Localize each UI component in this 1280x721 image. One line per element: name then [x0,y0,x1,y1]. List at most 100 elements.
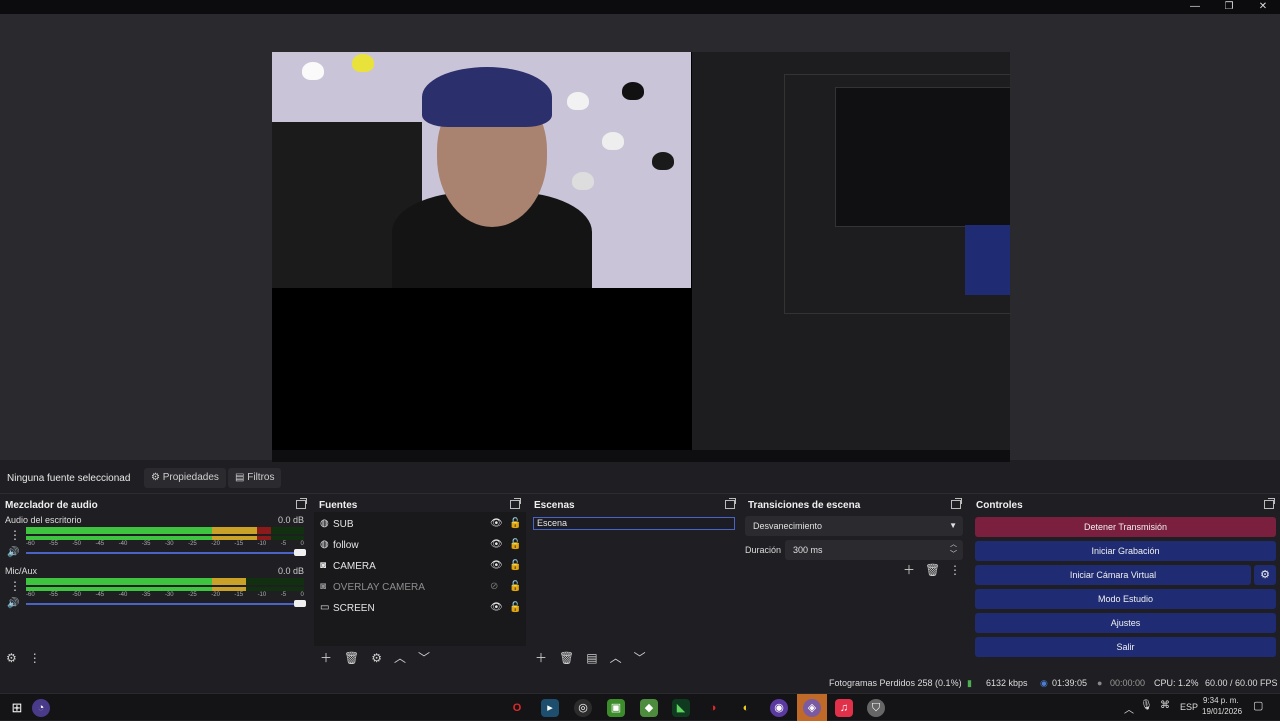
arrow-down-icon[interactable]: ﹀ [418,652,430,664]
app-icon[interactable]: ▸ [541,699,559,717]
clock-date[interactable]: 19/01/2026 [1202,707,1242,716]
scene-item[interactable]: Escena [533,517,735,530]
add-icon[interactable]: ＋ [903,564,915,576]
transition-value: Desvanecimiento [753,521,823,531]
transitions-dock: Transiciones de escena Desvanecimiento ▼… [743,496,967,670]
source-item[interactable]: ◙ OVERLAY CAMERA ⊘ 🔓 [314,577,528,598]
trash-icon[interactable]: 🗑 [925,564,940,576]
start-recording-button[interactable]: Iniciar Grabación [975,541,1276,561]
lock-icon[interactable]: 🔓 [509,518,521,529]
add-icon[interactable]: ＋ [320,652,332,664]
gear-icon[interactable]: ⚙ [1254,565,1276,585]
app-icon[interactable]: ◑ [704,699,722,717]
maximize-button[interactable]: ❐ [1212,0,1246,14]
filters-button[interactable]: ▤ Filtros [228,468,282,488]
sources-dock: Fuentes ◍ SUB 👁 🔓 ◍ follow 👁 🔓 ◙ CAMERA … [314,496,526,670]
settings-button[interactable]: Ajustes [975,613,1276,633]
preview-area[interactable] [0,14,1280,470]
source-item[interactable]: ◙ CAMERA 👁 🔓 [314,556,528,577]
arrow-down-icon[interactable]: ﹀ [634,652,646,664]
scale-tick: -45 [95,541,105,547]
game-icon[interactable]: ◆ [640,699,658,717]
add-icon[interactable]: ＋ [535,652,547,664]
more-vertical-icon[interactable]: ⋮ [29,652,41,664]
source-item[interactable]: ▭ SCREEN 👁 🔓 [314,598,528,619]
clock-time[interactable]: 9:34 p. m. [1203,696,1239,705]
recursive-capture [692,52,1010,470]
scale-tick: -25 [188,592,197,598]
gear-icon[interactable]: ⚙ [371,652,382,664]
filter-icon[interactable]: ▤ [586,652,597,664]
stop-stream-button[interactable]: Detener Transmisión [975,517,1276,537]
record-icon: ● [1097,678,1103,688]
dropped-frames: Fotogramas Perdidos 258 (0.1%) [829,678,962,688]
scale-tick: 0 [300,592,304,598]
meter-scale: -60 -55 -50 -45 -40 -35 -30 -25 -20 -15 -10 -5 0 [26,592,304,598]
app-icon[interactable]: ◈ [803,699,821,717]
virtual-camera-button[interactable]: Iniciar Cámara Virtual [975,565,1251,585]
minimize-button[interactable]: — [1178,0,1212,14]
duration-input[interactable]: 300 ms ︿ ﹀ [785,540,963,560]
speaker-icon[interactable]: 🔊 [7,547,19,558]
channel-menu-icon[interactable]: ⋮ [9,528,21,542]
notification-icon[interactable]: ▢ [1253,699,1263,712]
dock-title: Controles [976,500,1023,511]
scale-tick: -15 [234,592,244,598]
obs-icon[interactable]: ◎ [574,699,592,717]
spinner-down-icon[interactable]: ﹀ [950,545,957,565]
mic-icon[interactable]: 🎙 [1140,700,1153,711]
transition-select[interactable]: Desvanecimiento ▼ [745,516,963,536]
meter-red [256,536,271,540]
volume-fader[interactable] [26,600,306,607]
meter-red [256,527,271,534]
undock-icon[interactable] [1264,498,1275,509]
duck-icon[interactable]: ◐ [737,699,755,717]
network-icon[interactable]: ⌘ [1160,700,1170,711]
properties-button[interactable]: ⚙ Propiedades [144,468,226,488]
fader-knob[interactable] [294,549,306,556]
eye-icon[interactable]: 👁 [490,560,503,571]
minecraft-icon[interactable]: ▣ [607,699,625,717]
copilot-icon[interactable]: ◔ [32,699,50,717]
lock-icon[interactable]: 🔓 [509,560,521,571]
source-item[interactable]: ◍ follow 👁 🔓 [314,535,528,556]
globe-icon: ◍ [320,518,329,529]
close-button[interactable]: ✕ [1246,0,1280,14]
eye-icon[interactable]: 👁 [490,518,503,529]
music-icon[interactable]: ♫ [835,699,853,717]
arrow-up-icon[interactable]: ︿ [610,652,622,664]
eye-hidden-icon[interactable]: ⊘ [490,581,498,592]
source-item[interactable]: ◍ SUB 👁 🔓 [314,514,528,535]
undock-icon[interactable] [951,498,962,509]
exit-button[interactable]: Salir [975,637,1276,657]
lock-icon[interactable]: 🔓 [509,581,521,592]
eye-icon[interactable]: 👁 [490,602,503,613]
arrow-up-icon[interactable]: ︿ [394,652,406,664]
studio-mode-button[interactable]: Modo Estudio [975,589,1276,609]
shield-icon[interactable]: ⛉ [867,699,885,717]
chevron-up-icon[interactable]: ︿ [1124,701,1134,716]
nvidia-icon[interactable]: ◣ [672,699,690,717]
scale-tick: -50 [72,592,81,598]
undock-icon[interactable] [296,498,307,509]
volume-meter [26,536,304,540]
app-icon[interactable]: ◉ [770,699,788,717]
trash-icon[interactable]: 🗑 [559,652,574,664]
undock-icon[interactable] [510,498,521,509]
channel-menu-icon[interactable]: ⋮ [9,579,21,593]
trash-icon[interactable]: 🗑 [344,652,359,664]
transitions-body: Desvanecimiento ▼ Duración 300 ms ︿ ﹀ ＋ … [743,512,967,670]
more-vertical-icon[interactable]: ⋮ [949,564,961,576]
windows-start-icon[interactable]: ⊞ [8,699,26,717]
lock-icon[interactable]: 🔓 [509,602,521,613]
eye-icon[interactable]: 👁 [490,539,503,550]
language-indicator[interactable]: ESP [1180,702,1198,712]
program-output [272,52,1010,470]
undock-icon[interactable] [725,498,736,509]
gear-icon[interactable]: ⚙ [6,652,17,664]
lock-icon[interactable]: 🔓 [509,539,521,550]
fader-knob[interactable] [294,600,306,607]
volume-fader[interactable] [26,549,306,556]
opera-icon[interactable]: O [508,699,526,717]
speaker-icon[interactable]: 🔊 [7,598,19,609]
